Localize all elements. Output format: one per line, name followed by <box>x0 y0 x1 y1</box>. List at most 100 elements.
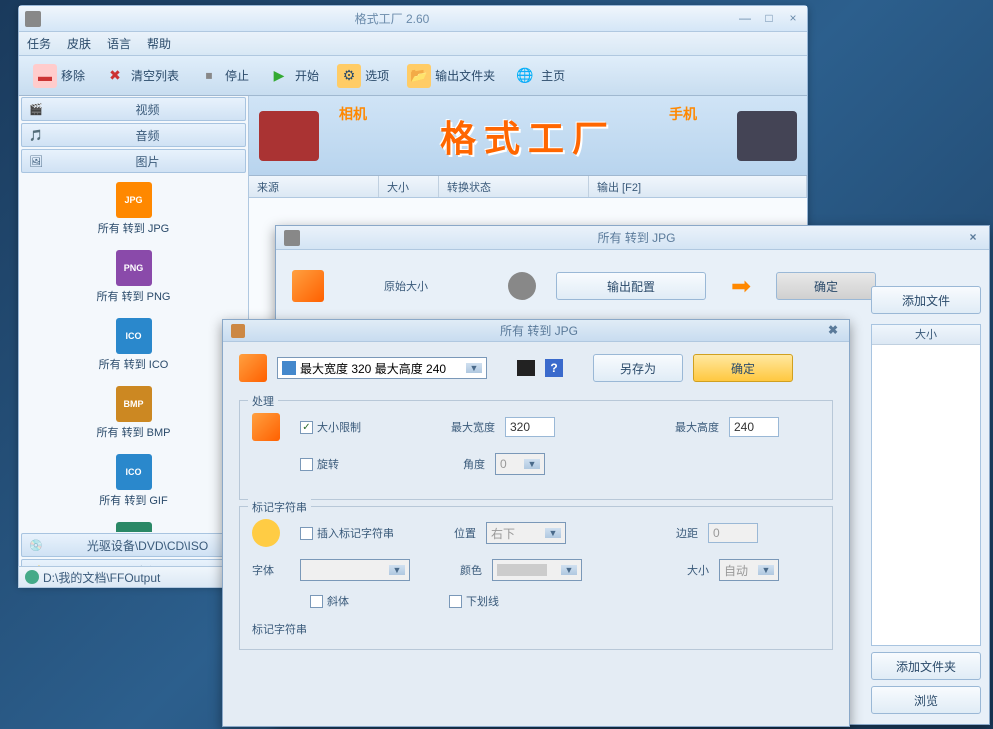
dialog2-ok-button[interactable]: 确定 <box>693 354 793 382</box>
dialog2-icon <box>231 324 245 338</box>
stop-button[interactable]: ⏹停止 <box>191 62 255 90</box>
category-cd-dvd[interactable]: 💿光驱设备\DVD\CD\ISO <box>21 533 246 557</box>
output-config-button[interactable]: 输出配置 <box>556 272 706 300</box>
menu-language[interactable]: 语言 <box>107 35 131 52</box>
max-width-label: 最大宽度 <box>451 419 495 435</box>
format-gif[interactable]: ICO所有 转到 GIF <box>23 450 244 512</box>
remove-button[interactable]: ▬移除 <box>27 62 91 90</box>
dialog1-ok-button[interactable]: 确定 <box>776 272 876 300</box>
preset-item-icon <box>282 361 296 375</box>
max-height-input[interactable] <box>729 417 779 437</box>
position-label: 位置 <box>454 525 476 541</box>
app-icon <box>25 11 41 27</box>
output-path-text: D:\我的文档\FFOutput <box>43 569 160 586</box>
format-png[interactable]: PNG所有 转到 PNG <box>23 246 244 308</box>
save-as-button[interactable]: 另存为 <box>593 354 683 382</box>
camera-icon <box>259 111 319 161</box>
phone-icon <box>737 111 797 161</box>
file-list-size-col: 大小 <box>872 325 980 345</box>
dialog1-close-button[interactable]: × <box>965 230 981 246</box>
disk-icon <box>25 570 39 584</box>
rotate-checkbox[interactable] <box>300 458 313 471</box>
output-path-bar[interactable]: D:\我的文档\FFOutput <box>18 566 250 588</box>
gear-icon <box>508 272 536 300</box>
color-combo[interactable]: ▼ <box>492 559 582 581</box>
angle-label: 角度 <box>463 456 485 472</box>
col-source[interactable]: 来源 <box>249 176 379 197</box>
menu-help[interactable]: 帮助 <box>147 35 171 52</box>
dialog1-title-bar[interactable]: 所有 转到 JPG × <box>276 226 989 250</box>
add-folder-button[interactable]: 添加文件夹 <box>871 652 981 680</box>
clear-button[interactable]: ✖清空列表 <box>97 62 185 90</box>
underline-checkbox[interactable] <box>449 595 462 608</box>
text-size-label: 大小 <box>687 562 709 578</box>
maximize-button[interactable]: □ <box>761 12 777 26</box>
process-legend: 处理 <box>248 393 278 409</box>
file-list[interactable]: 大小 <box>871 324 981 646</box>
preset-combo[interactable]: 最大宽度 320 最大高度 240 ▼ <box>277 357 487 379</box>
margin-label: 边距 <box>676 525 698 541</box>
rotate-label: 旋转 <box>317 456 339 472</box>
italic-label: 斜体 <box>327 593 349 609</box>
col-size[interactable]: 大小 <box>379 176 439 197</box>
title-bar[interactable]: 格式工厂 2.60 — □ × <box>19 6 807 32</box>
watermark-legend: 标记字符串 <box>248 499 311 515</box>
underline-label: 下划线 <box>466 593 499 609</box>
watermark-string-label: 标记字符串 <box>252 621 307 637</box>
chevron-down-icon: ▼ <box>466 363 482 373</box>
dialog1-side-panel: 添加文件 大小 添加文件夹 浏览 <box>871 286 981 714</box>
dialog1-title: 所有 转到 JPG <box>308 229 965 246</box>
close-button[interactable]: × <box>785 12 801 26</box>
menu-task[interactable]: 任务 <box>27 35 51 52</box>
position-combo[interactable]: 右下▼ <box>486 522 566 544</box>
arrow-right-icon: ➡ <box>726 274 756 298</box>
browse-button[interactable]: 浏览 <box>871 686 981 714</box>
dialog-settings: 所有 转到 JPG ✖ 最大宽度 320 最大高度 240 ▼ ? 另存为 确定… <box>222 319 850 727</box>
banner-title: 格式工厂 <box>440 110 616 162</box>
minimize-button[interactable]: — <box>737 12 753 26</box>
help-icon[interactable]: ? <box>545 359 563 377</box>
dialog1-icon <box>284 230 300 246</box>
preset-icon <box>239 354 267 382</box>
text-size-combo[interactable]: 自动▼ <box>719 559 779 581</box>
window-title: 格式工厂 2.60 <box>47 10 737 27</box>
margin-input[interactable] <box>708 523 758 543</box>
dialog2-close-button[interactable]: ✖ <box>825 323 841 339</box>
resize-icon <box>252 413 280 441</box>
color-label: 颜色 <box>460 562 482 578</box>
camera-label: 相机 <box>339 104 367 124</box>
size-limit-checkbox[interactable]: ✓ <box>300 421 313 434</box>
watermark-icon <box>252 519 280 547</box>
format-jpg[interactable]: JPG所有 转到 JPG <box>23 178 244 240</box>
toolbar: ▬移除 ✖清空列表 ⏹停止 ▶开始 ⚙选项 📂输出文件夹 🌐主页 <box>19 56 807 96</box>
col-output[interactable]: 输出 [F2] <box>589 176 807 197</box>
italic-checkbox[interactable] <box>310 595 323 608</box>
output-folder-button[interactable]: 📂输出文件夹 <box>401 62 501 90</box>
menu-skin[interactable]: 皮肤 <box>67 35 91 52</box>
sidebar: 🎬视频 🎵音频 🖼图片 JPG所有 转到 JPG PNG所有 转到 PNG IC… <box>19 96 249 584</box>
banner: 相机 格式工厂 手机 <box>249 96 807 176</box>
insert-watermark-label: 插入标记字符串 <box>317 525 394 541</box>
dialog2-title-bar[interactable]: 所有 转到 JPG ✖ <box>223 320 849 342</box>
font-combo[interactable]: ▼ <box>300 559 410 581</box>
format-tif[interactable]: TIFF所有 转到 TIF <box>23 518 244 532</box>
options-button[interactable]: ⚙选项 <box>331 62 395 90</box>
category-audio[interactable]: 🎵音频 <box>21 123 246 147</box>
category-picture[interactable]: 🖼图片 <box>21 149 246 173</box>
category-video[interactable]: 🎬视频 <box>21 97 246 121</box>
phone-label: 手机 <box>669 104 697 124</box>
original-size-label: 原始大小 <box>384 278 428 294</box>
format-ico[interactable]: ICO所有 转到 ICO <box>23 314 244 376</box>
col-status[interactable]: 转换状态 <box>439 176 589 197</box>
max-width-input[interactable] <box>505 417 555 437</box>
home-button[interactable]: 🌐主页 <box>507 62 571 90</box>
dialog2-title: 所有 转到 JPG <box>253 322 825 339</box>
console-icon <box>517 360 535 376</box>
add-file-button[interactable]: 添加文件 <box>871 286 981 314</box>
start-button[interactable]: ▶开始 <box>261 62 325 90</box>
insert-watermark-checkbox[interactable] <box>300 527 313 540</box>
format-bmp[interactable]: BMP所有 转到 BMP <box>23 382 244 444</box>
angle-combo[interactable]: 0▼ <box>495 453 545 475</box>
process-fieldset: 处理 ✓ 大小限制 最大宽度 最大高度 旋转 角度 0▼ <box>239 400 833 500</box>
watermark-fieldset: 标记字符串 插入标记字符串 位置 右下▼ 边距 字体 ▼ 颜色 ▼ 大小 自动▼… <box>239 506 833 650</box>
